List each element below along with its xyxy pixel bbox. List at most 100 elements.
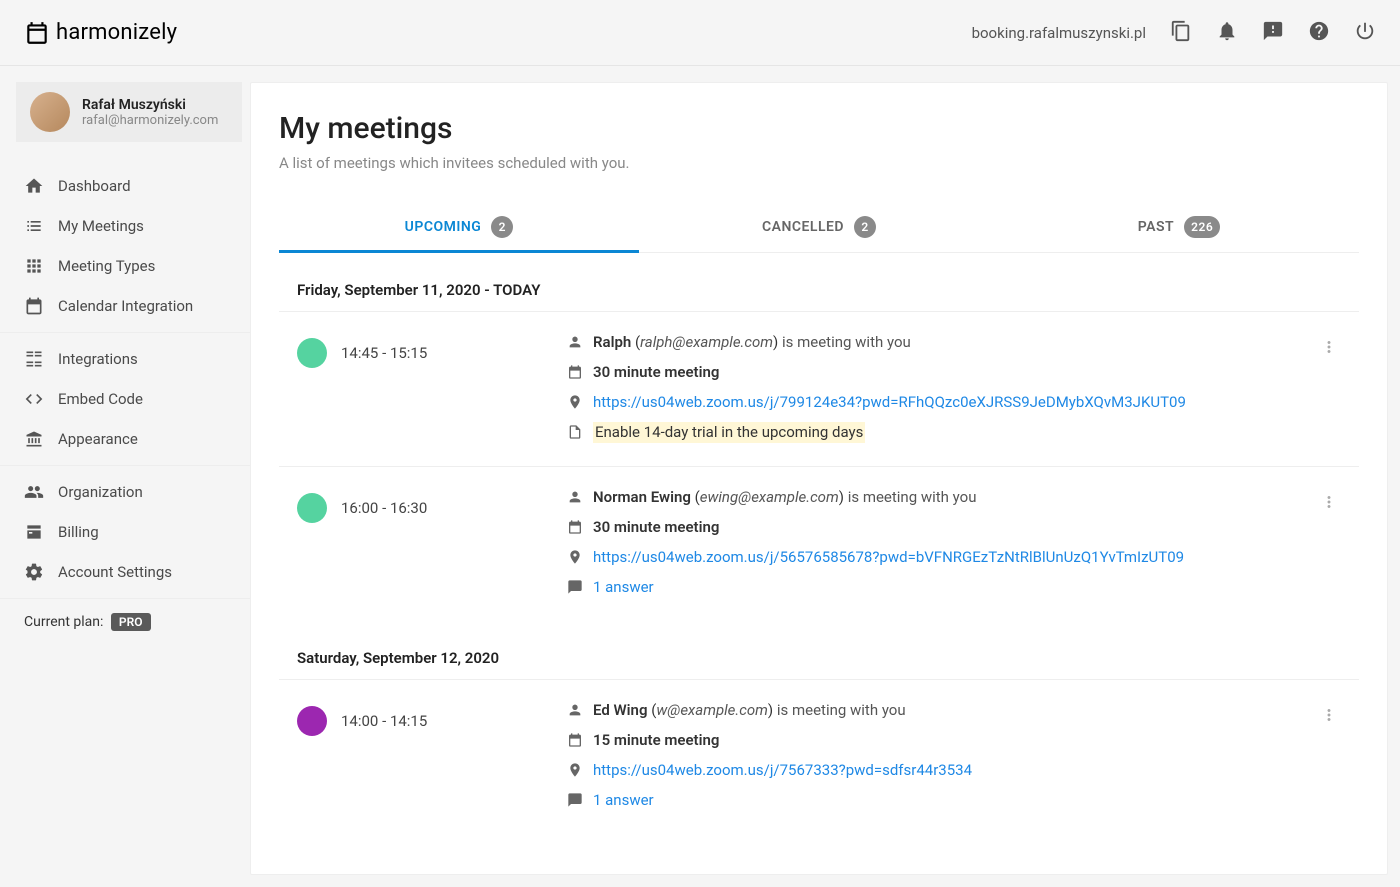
sidebar-item-integrations[interactable]: Integrations (0, 339, 250, 379)
power-icon[interactable] (1354, 20, 1376, 46)
tab-past[interactable]: PAST 226 (999, 200, 1359, 252)
sidebar-item-label: Calendar Integration (58, 297, 193, 315)
integrations-icon (24, 349, 44, 369)
topbar-icons (1170, 20, 1376, 46)
help-icon[interactable] (1308, 20, 1330, 46)
meeting-link[interactable]: https://us04web.zoom.us/j/7567333?pwd=sd… (593, 760, 972, 781)
details-col: Ralph (ralph@example.com) is meeting wit… (567, 332, 1309, 446)
page-title: My meetings (279, 111, 1359, 146)
user-name: Rafał Muszyński (82, 97, 218, 113)
sidebar-item-calendar-integration[interactable]: Calendar Integration (0, 286, 250, 326)
meeting-link[interactable]: https://us04web.zoom.us/j/799124e34?pwd=… (593, 392, 1186, 413)
sidebar-item-label: Integrations (58, 350, 138, 368)
chat-icon (567, 790, 583, 814)
type-line: 15 minute meeting (567, 730, 1309, 754)
meeting-time: 16:00 - 16:30 (341, 499, 427, 517)
answers-link[interactable]: 1 answer (593, 577, 654, 598)
billing-icon (24, 522, 44, 542)
sidebar-item-organization[interactable]: Organization (0, 472, 250, 512)
day-header: Friday, September 11, 2020 - TODAY (279, 253, 1359, 311)
more-vert-icon (1320, 706, 1338, 728)
tab-count: 226 (1184, 216, 1220, 238)
row-actions-button[interactable] (1309, 487, 1349, 515)
grid-icon (24, 256, 44, 276)
details-col: Norman Ewing (ewing@example.com) is meet… (567, 487, 1309, 601)
pin-icon (567, 392, 583, 416)
row-actions-button[interactable] (1309, 700, 1349, 728)
sidebar-item-billing[interactable]: Billing (0, 512, 250, 552)
code-icon (24, 389, 44, 409)
tab-upcoming[interactable]: UPCOMING 2 (279, 200, 639, 252)
meeting-note: Enable 14-day trial in the upcoming days (593, 422, 865, 443)
calendar-icon (24, 296, 44, 316)
time-col: 14:45 - 15:15 (297, 332, 567, 368)
calendar-logo-icon (24, 20, 50, 46)
person-icon (567, 700, 583, 724)
invitee-email: w@example.com (656, 701, 768, 719)
color-dot (297, 338, 327, 368)
meetings-container: Friday, September 11, 2020 - TODAY14:45 … (279, 253, 1359, 834)
answers-link[interactable]: 1 answer (593, 790, 654, 811)
meeting-row: 14:00 - 14:15Ed Wing (w@example.com) is … (279, 679, 1359, 834)
avatar (30, 92, 70, 132)
invitee-line: Ed Wing (w@example.com) is meeting with … (567, 700, 1309, 724)
pin-icon (567, 547, 583, 571)
invitee-email: ralph@example.com (640, 333, 773, 351)
sidebar-item-embed-code[interactable]: Embed Code (0, 379, 250, 419)
meeting-link[interactable]: https://us04web.zoom.us/j/56576585678?pw… (593, 547, 1184, 568)
location-line: https://us04web.zoom.us/j/7567333?pwd=sd… (567, 760, 1309, 784)
person-icon (567, 332, 583, 356)
answers-line: 1 answer (567, 790, 1309, 814)
location-line: https://us04web.zoom.us/j/56576585678?pw… (567, 547, 1309, 571)
topbar: harmonizely booking.rafalmuszynski.pl (0, 0, 1400, 66)
type-line: 30 minute meeting (567, 362, 1309, 386)
sidebar-item-appearance[interactable]: Appearance (0, 419, 250, 459)
people-icon (24, 482, 44, 502)
type-line: 30 minute meeting (567, 517, 1309, 541)
tab-label: PAST (1138, 219, 1174, 235)
meeting-row: 14:45 - 15:15 Ralph (ralph@example.com) i… (279, 311, 1359, 466)
home-icon (24, 176, 44, 196)
bell-icon[interactable] (1216, 20, 1238, 46)
note-line: Enable 14-day trial in the upcoming days (567, 422, 1309, 446)
page-subtitle: A list of meetings which invitees schedu… (279, 154, 1359, 172)
tab-cancelled[interactable]: CANCELLED 2 (639, 200, 999, 252)
sidebar-item-label: Organization (58, 483, 143, 501)
appearance-icon (24, 429, 44, 449)
day-header: Saturday, September 12, 2020 (279, 621, 1359, 679)
feedback-icon[interactable] (1262, 20, 1284, 46)
sidebar-item-meeting-types[interactable]: Meeting Types (0, 246, 250, 286)
brand-name: harmonizely (56, 20, 177, 45)
event-icon (567, 517, 583, 541)
meeting-time: 14:45 - 15:15 (341, 344, 427, 362)
gear-icon (24, 562, 44, 582)
sidebar-item-my-meetings[interactable]: My Meetings (0, 206, 250, 246)
invitee-name: Ed Wing (593, 701, 647, 719)
topbar-right: booking.rafalmuszynski.pl (972, 20, 1376, 46)
invitee-line: Ralph (ralph@example.com) is meeting wit… (567, 332, 1309, 356)
sidebar-item-account-settings[interactable]: Account Settings (0, 552, 250, 592)
user-card[interactable]: Rafał Muszyński rafal@harmonizely.com (16, 82, 242, 142)
meeting-type: 30 minute meeting (593, 517, 719, 538)
sidebar-item-label: Meeting Types (58, 257, 155, 275)
row-actions-button[interactable] (1309, 332, 1349, 360)
sidebar-item-label: My Meetings (58, 217, 144, 235)
event-icon (567, 730, 583, 754)
note-icon (567, 422, 583, 446)
more-vert-icon (1320, 338, 1338, 360)
copy-icon[interactable] (1170, 20, 1192, 46)
main: My meetings A list of meetings which inv… (250, 82, 1388, 875)
brand[interactable]: harmonizely (24, 20, 177, 46)
sidebar-item-dashboard[interactable]: Dashboard (0, 166, 250, 206)
sidebar: Rafał Muszyński rafal@harmonizely.com Da… (0, 82, 250, 887)
sidebar-item-label: Embed Code (58, 390, 143, 408)
plan-row: Current plan: PRO (0, 599, 250, 645)
sidebar-item-label: Account Settings (58, 563, 172, 581)
booking-url[interactable]: booking.rafalmuszynski.pl (972, 24, 1146, 42)
invitee-suffix: is meeting with you (782, 333, 911, 351)
location-line: https://us04web.zoom.us/j/799124e34?pwd=… (567, 392, 1309, 416)
more-vert-icon (1320, 493, 1338, 515)
meeting-type: 30 minute meeting (593, 362, 719, 383)
time-col: 14:00 - 14:15 (297, 700, 567, 736)
list-icon (24, 216, 44, 236)
